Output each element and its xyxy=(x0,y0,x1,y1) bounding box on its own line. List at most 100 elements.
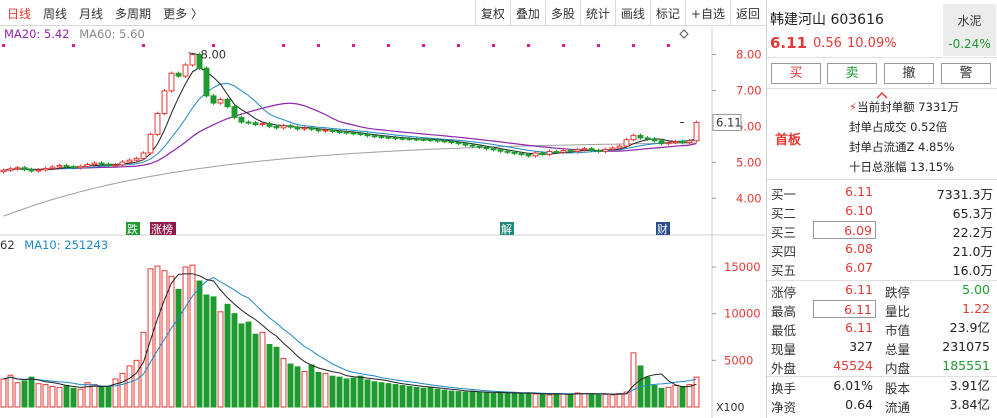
volume-bar xyxy=(140,331,147,408)
marker-dot xyxy=(562,44,565,47)
candle xyxy=(329,129,336,132)
tab-weekly[interactable]: 周线 xyxy=(43,5,67,22)
candle xyxy=(476,145,483,148)
volume-bar xyxy=(483,392,490,408)
volume-bar xyxy=(455,391,462,408)
volume-bar xyxy=(175,288,182,408)
candle xyxy=(567,149,574,153)
stat-value: 3.91亿 xyxy=(949,378,990,393)
stat-value: 327 xyxy=(849,339,873,354)
alert-button[interactable]: 警 xyxy=(941,63,991,84)
candle xyxy=(616,145,623,149)
volume-bar xyxy=(42,384,49,408)
candle xyxy=(0,169,7,173)
volume-bar xyxy=(644,376,651,408)
buy-button[interactable]: 买 xyxy=(771,63,821,84)
kline-chart[interactable]: 4.005.006.007.008.0050001000015000X1008.… xyxy=(0,27,765,418)
sector-pct: -0.24% xyxy=(948,37,991,51)
candle xyxy=(7,168,14,171)
candle xyxy=(35,169,42,172)
price-tick-label: 5.00 xyxy=(736,155,762,169)
stat-value: 3.84亿 xyxy=(949,397,990,412)
volume-bar xyxy=(581,393,588,408)
tab-daily[interactable]: 日线 xyxy=(7,5,31,22)
stat-value: 185551 xyxy=(942,358,990,373)
volume-bar xyxy=(343,378,350,408)
stat-label: 最低 xyxy=(771,323,797,338)
stat-label: 现量 xyxy=(771,342,797,357)
marker-dot xyxy=(632,44,635,47)
diamond-icon xyxy=(679,29,689,39)
volume-legend: 62 MA10: 251243 xyxy=(0,238,108,252)
tab-multi-period[interactable]: 多周期 xyxy=(115,5,151,22)
stat-label: 内盘 xyxy=(885,361,911,376)
volume-bar xyxy=(665,386,672,408)
stat-row: 涨停 6.11 跌停 5.00 xyxy=(767,281,997,300)
ma60-label: MA60: 5.60 xyxy=(79,27,145,41)
volume-bar xyxy=(357,375,364,408)
stat-value: 45524 xyxy=(833,358,873,373)
volume-bar xyxy=(504,392,511,408)
sell-button[interactable]: 卖 xyxy=(827,63,877,84)
stat-row: 最低 6.11 市值 23.9亿 xyxy=(767,319,997,338)
candle xyxy=(112,164,119,167)
candle xyxy=(182,64,189,77)
stock-change-pct: 10.09% xyxy=(847,36,897,51)
overlay-button[interactable]: 叠加 xyxy=(509,0,545,26)
draw-line-button[interactable]: 画线 xyxy=(614,0,650,26)
candle xyxy=(357,133,364,136)
volume-bar xyxy=(7,374,14,408)
volume-bar xyxy=(273,346,280,408)
candle xyxy=(175,72,182,77)
stat-value: 6.11 xyxy=(845,320,873,335)
volume-bar xyxy=(252,333,259,408)
candle xyxy=(210,95,217,104)
chart-area[interactable]: 4.00 5.00 6.00 7.00 8.00 5000 10000 15000 X100 8.… xyxy=(0,27,765,418)
chevron-up-icon[interactable] xyxy=(875,91,889,99)
stat-value: 6.11 xyxy=(845,282,873,297)
seal-line-4: 十日总涨幅 13.15% xyxy=(849,160,955,174)
statistics-button[interactable]: 统计 xyxy=(579,0,615,26)
stat-label: 外盘 xyxy=(771,361,797,376)
adjust-button[interactable]: 复权 xyxy=(474,0,510,26)
volume-bar xyxy=(658,387,665,408)
cancel-order-button[interactable]: 撤 xyxy=(884,63,934,84)
candle xyxy=(658,140,665,145)
stat-row: 最高 6.11 量比 1.22 xyxy=(767,300,997,319)
volume-bar xyxy=(434,388,441,408)
candle xyxy=(140,152,147,159)
sector-badge[interactable]: 水泥 -0.24% xyxy=(943,4,996,56)
back-button[interactable]: 返回 xyxy=(729,0,765,26)
ma-long-line xyxy=(3,142,697,217)
multi-stock-button[interactable]: 多股 xyxy=(544,0,580,26)
volume-bar xyxy=(245,321,252,408)
candle xyxy=(28,169,35,172)
marker-dot xyxy=(422,44,425,47)
stat-value: 5.00 xyxy=(962,282,990,297)
candle xyxy=(581,148,588,151)
candle xyxy=(133,157,140,161)
mark-button[interactable]: 标记 xyxy=(649,0,685,26)
candle xyxy=(539,152,546,155)
add-watchlist-button[interactable]: +自选 xyxy=(684,0,730,26)
marker-dot xyxy=(317,44,320,47)
candle xyxy=(497,149,504,152)
volume-bar xyxy=(266,343,273,408)
volume-bar xyxy=(406,385,413,408)
volume-bar xyxy=(14,382,21,408)
volume-bar xyxy=(35,383,42,408)
volume-bar xyxy=(378,382,385,408)
marker-dot xyxy=(527,44,530,47)
tab-monthly[interactable]: 月线 xyxy=(79,5,103,22)
candle xyxy=(238,116,245,123)
candle xyxy=(693,121,700,142)
volume-bar xyxy=(616,392,623,408)
stat-value: 23.9亿 xyxy=(949,320,990,335)
candle xyxy=(21,167,28,171)
candle xyxy=(77,165,84,169)
candle xyxy=(259,123,266,126)
volume-bar xyxy=(413,386,420,408)
candle xyxy=(504,150,511,153)
chart-toolbar: 日线 周线 月线 多周期 更多 〉 复权 叠加 多股 统计 画线 标记 +自选 … xyxy=(0,0,765,26)
tab-more[interactable]: 更多 〉 xyxy=(163,5,203,22)
